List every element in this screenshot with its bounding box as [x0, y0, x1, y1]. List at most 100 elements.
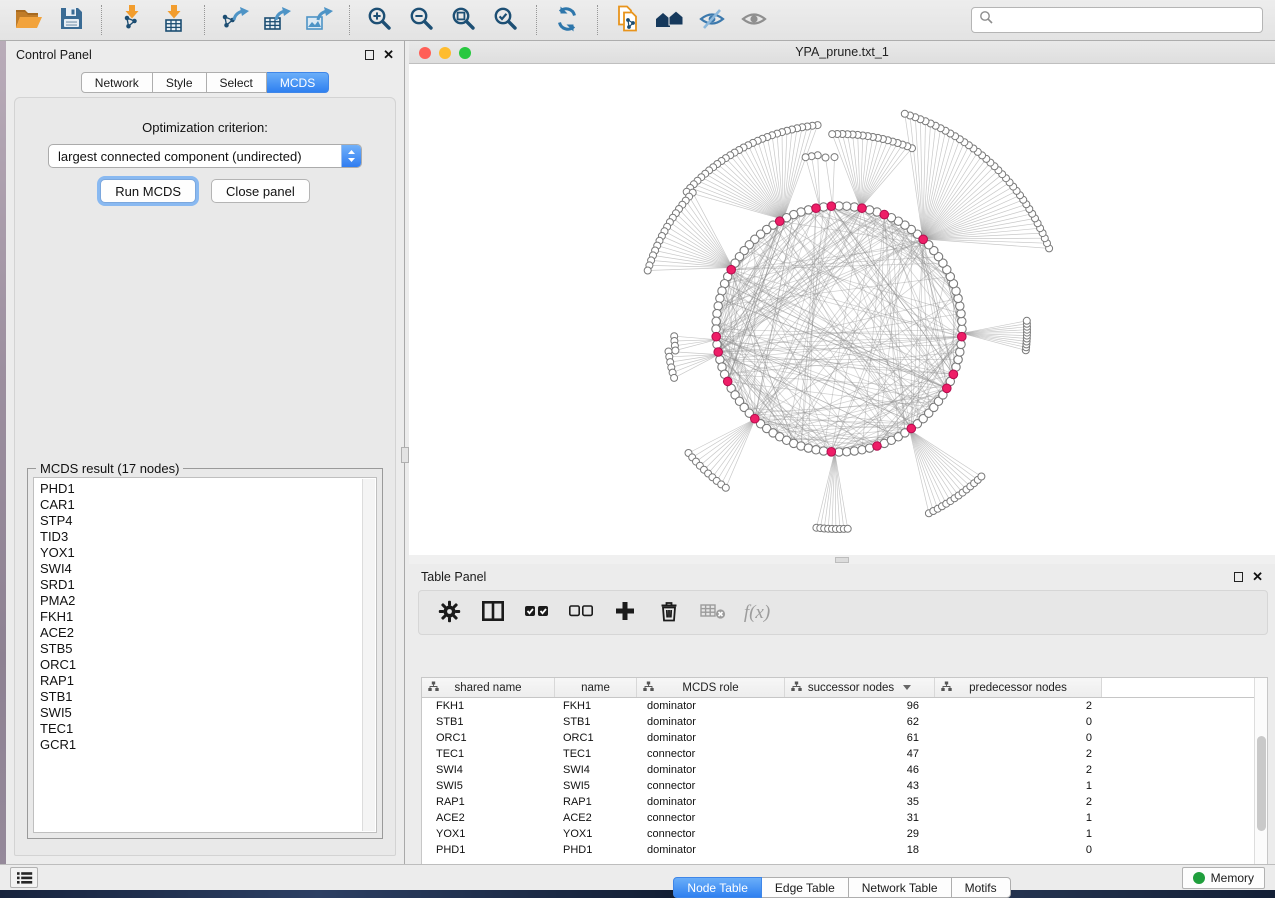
table-cell: connector — [637, 746, 785, 762]
zoom-out-button[interactable] — [403, 3, 441, 37]
add-column-button[interactable] — [609, 596, 641, 630]
search-input[interactable] — [994, 10, 1255, 30]
save-session-button[interactable] — [52, 3, 90, 37]
column-header-successor-nodes[interactable]: successor nodes — [785, 678, 935, 697]
close-panel-icon[interactable]: ✕ — [383, 50, 394, 60]
function-builder-button[interactable]: f(x) — [741, 596, 773, 630]
close-table-panel-icon[interactable]: ✕ — [1252, 572, 1263, 582]
first-neighbors-button[interactable] — [651, 3, 689, 37]
table-row[interactable]: TEC1TEC1connector472 — [422, 746, 1267, 762]
show-all-button[interactable] — [735, 3, 773, 37]
select-all-button[interactable] — [521, 596, 553, 630]
show-all-icon — [740, 6, 768, 35]
search-box[interactable] — [971, 7, 1263, 33]
table-row[interactable]: YOX1YOX1connector291 — [422, 826, 1267, 842]
mcds-result-item[interactable]: SWI5 — [40, 705, 376, 721]
mcds-panel: Optimization criterion: largest connecte… — [14, 97, 396, 856]
mcds-result-item[interactable]: PHD1 — [40, 481, 376, 497]
deselect-all-button[interactable] — [565, 596, 597, 630]
table-row[interactable]: SWI4SWI4dominator462 — [422, 762, 1267, 778]
table-cell: SWI5 — [422, 778, 555, 794]
hide-selected-button[interactable] — [693, 3, 731, 37]
vertical-splitter-handle[interactable] — [401, 447, 409, 463]
import-table-button[interactable] — [155, 3, 193, 37]
tab-edge-table[interactable]: Edge Table — [762, 877, 849, 898]
column-header-name[interactable]: name — [555, 678, 637, 697]
tab-node-table[interactable]: Node Table — [673, 877, 762, 898]
mcds-result-group: MCDS result (17 nodes) PHD1CAR1STP4TID3Y… — [27, 468, 383, 839]
table-row[interactable]: RAP1RAP1dominator352 — [422, 794, 1267, 810]
optimization-criterion-select[interactable]: largest connected component (undirected) — [48, 144, 362, 168]
mcds-result-item[interactable]: PMA2 — [40, 593, 376, 609]
table-cell: 18 — [785, 842, 935, 858]
zoom-in-button[interactable] — [361, 3, 399, 37]
import-network-button[interactable] — [113, 3, 151, 37]
zoom-fit-button[interactable] — [445, 3, 483, 37]
table-cell: 0 — [935, 730, 1102, 746]
refresh-layout-icon — [553, 5, 581, 36]
tab-select[interactable]: Select — [207, 72, 267, 93]
export-image-button[interactable] — [300, 3, 338, 37]
tab-network-table[interactable]: Network Table — [849, 877, 952, 898]
table-row[interactable]: ACE2ACE2connector311 — [422, 810, 1267, 826]
table-options-button[interactable] — [433, 596, 465, 630]
network-graph[interactable] — [409, 64, 1275, 555]
table-row[interactable]: ORC1ORC1dominator610 — [422, 730, 1267, 746]
mcds-result-item[interactable]: FKH1 — [40, 609, 376, 625]
export-network-icon — [221, 5, 249, 36]
table-row[interactable]: STB1STB1dominator620 — [422, 714, 1267, 730]
result-list-scrollbar[interactable] — [362, 479, 375, 831]
table-cell: 1 — [935, 810, 1102, 826]
close-panel-button[interactable]: Close panel — [211, 179, 310, 203]
mcds-result-list[interactable]: PHD1CAR1STP4TID3YOX1SWI4SRD1PMA2FKH1ACE2… — [33, 477, 377, 833]
table-cell: 1 — [935, 778, 1102, 794]
mcds-result-item[interactable]: CAR1 — [40, 497, 376, 513]
task-history-button[interactable] — [10, 867, 38, 888]
mcds-result-item[interactable]: ACE2 — [40, 625, 376, 641]
float-table-panel-icon[interactable] — [1234, 572, 1243, 582]
tab-mcds[interactable]: MCDS — [267, 72, 329, 93]
column-header-MCDS-role[interactable]: MCDS role — [637, 678, 785, 697]
delete-column-button[interactable] — [653, 596, 685, 630]
mcds-result-item[interactable]: GCR1 — [40, 737, 376, 753]
export-network-button[interactable] — [216, 3, 254, 37]
run-mcds-button[interactable]: Run MCDS — [100, 179, 196, 203]
horizontal-splitter[interactable] — [409, 555, 1275, 564]
open-file-button[interactable] — [10, 3, 48, 37]
tab-network[interactable]: Network — [81, 72, 153, 93]
mcds-result-item[interactable]: TEC1 — [40, 721, 376, 737]
table-row[interactable]: PHD1PHD1dominator180 — [422, 842, 1267, 858]
table-cell: 0 — [935, 842, 1102, 858]
table-scrollbar-thumb[interactable] — [1257, 736, 1266, 831]
clone-network-button[interactable] — [609, 3, 647, 37]
tab-motifs[interactable]: Motifs — [952, 877, 1011, 898]
table-scrollbar[interactable] — [1254, 678, 1267, 866]
save-session-icon — [58, 5, 85, 35]
mcds-result-item[interactable]: YOX1 — [40, 545, 376, 561]
mcds-result-item[interactable]: STB5 — [40, 641, 376, 657]
mcds-result-item[interactable]: STP4 — [40, 513, 376, 529]
mcds-result-item[interactable]: RAP1 — [40, 673, 376, 689]
mcds-result-item[interactable]: SWI4 — [40, 561, 376, 577]
column-label: name — [581, 682, 610, 694]
table-row[interactable]: FKH1FKH1dominator962 — [422, 698, 1267, 714]
mcds-result-item[interactable]: STB1 — [40, 689, 376, 705]
column-header-shared-name[interactable]: shared name — [422, 678, 555, 697]
splitter-grip[interactable] — [835, 557, 849, 563]
table-row[interactable]: SWI5SWI5connector431 — [422, 778, 1267, 794]
table-header-row: shared name name MCDS rolesuccessor nodesp… — [422, 678, 1267, 698]
toolbar-group — [548, 3, 586, 37]
zoom-selected-button[interactable] — [487, 3, 525, 37]
network-workspace: YPA_prune.txt_1 Table Panel ✕ f(x) share… — [409, 41, 1275, 864]
column-header-predecessor-nodes[interactable]: predecessor nodes — [935, 678, 1102, 697]
export-table-button[interactable] — [258, 3, 296, 37]
float-panel-icon[interactable] — [365, 50, 374, 60]
network-canvas[interactable] — [409, 64, 1275, 555]
mcds-result-item[interactable]: SRD1 — [40, 577, 376, 593]
refresh-layout-button[interactable] — [548, 3, 586, 37]
mcds-result-item[interactable]: ORC1 — [40, 657, 376, 673]
column-browser-button[interactable] — [477, 596, 509, 630]
mcds-result-item[interactable]: TID3 — [40, 529, 376, 545]
tab-style[interactable]: Style — [153, 72, 207, 93]
clear-table-button[interactable] — [697, 596, 729, 630]
